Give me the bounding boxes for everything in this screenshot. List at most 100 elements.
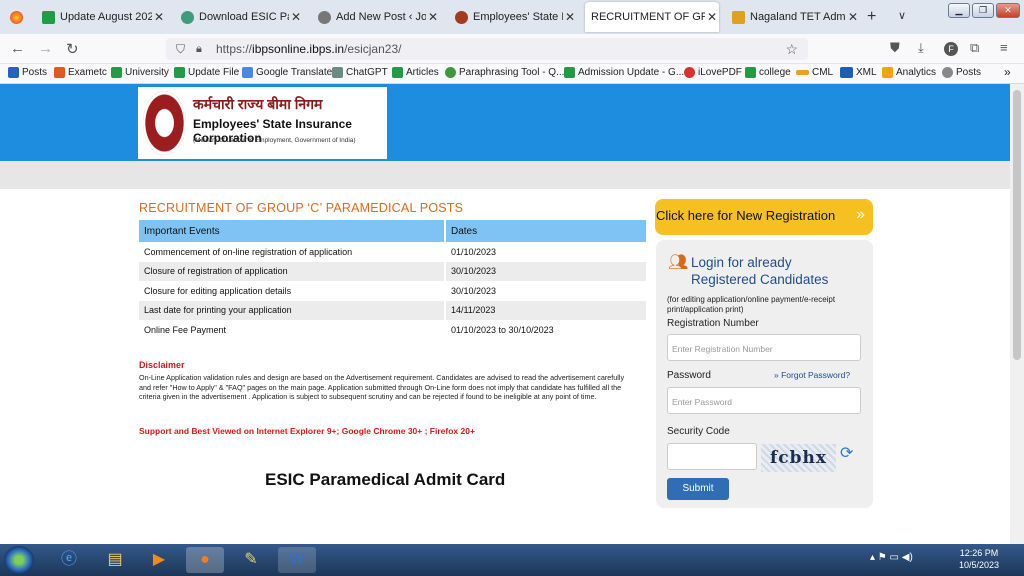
system-tray[interactable]: ▴ ⚑ ▭ ◀) (870, 552, 913, 563)
security-code-label: Security Code (667, 426, 730, 437)
close-icon[interactable]: ✕ (289, 10, 303, 24)
url-bar[interactable]: ⛉ 🔒︎ https://ibpsonline.ibps.in/esicjan2… (166, 38, 808, 60)
bookmark-google-translate[interactable]: Google Translate (242, 67, 332, 78)
green-cross-icon (564, 67, 575, 78)
tab-employees-state[interactable]: Employees' State Insura✕ (449, 4, 577, 30)
close-icon[interactable]: ✕ (152, 10, 166, 24)
lock-icon[interactable]: 🔒︎ (196, 38, 202, 60)
tab-nagaland-tet[interactable]: Nagaland TET Admit Ca✕ (726, 4, 860, 30)
event-cell: Online Fee Payment (139, 320, 446, 340)
password-input[interactable]: Enter Password (667, 387, 861, 414)
close-icon[interactable]: ✕ (705, 10, 719, 24)
close-window-button[interactable]: ✕ (996, 3, 1020, 18)
forgot-password-link[interactable]: » Forgot Password? (774, 370, 850, 380)
esic-seal-icon (143, 91, 186, 155)
ministry-caption: (Ministry of Labour & Employment, Govern… (193, 137, 356, 144)
heart-icon (684, 67, 695, 78)
column-header: Important Events (139, 220, 446, 242)
quillbot-icon (445, 67, 456, 78)
green-cross-icon (42, 10, 55, 24)
scrollbar[interactable] (1010, 84, 1024, 544)
exametc-icon (54, 67, 65, 78)
bookmark-exametc[interactable]: Exametc (54, 67, 107, 78)
list-tabs-icon[interactable]: ∨ (898, 9, 906, 22)
login-subtitle: (for editing application/online payment/… (667, 295, 836, 314)
nav-strip (0, 161, 1024, 189)
firefox-taskbar-icon[interactable]: ● (186, 547, 224, 573)
disclaimer-text: On-Line Application validation rules and… (139, 373, 625, 401)
new-tab-button[interactable]: + (867, 8, 876, 26)
more-bookmarks-icon[interactable]: » (1004, 65, 1011, 79)
search-icon (942, 67, 953, 78)
esic-logo[interactable]: कर्मचारी राज्य बीमा निगम Employees' Stat… (138, 87, 387, 159)
tab-add-new-post[interactable]: Add New Post ‹ JobSan✕ (312, 4, 440, 30)
table-row: Closure for editing application details 3… (139, 281, 648, 301)
registration-number-input[interactable]: Enter Registration Number (667, 334, 861, 361)
tab-recruitment[interactable]: RECRUITMENT OF GROUP '✕ (585, 2, 719, 32)
forward-icon[interactable]: → (38, 40, 53, 57)
minimize-button[interactable]: ▁ (948, 3, 970, 18)
table-row: Commencement of on-line registration of … (139, 242, 648, 262)
download-icon[interactable]: ⤓ (918, 40, 924, 56)
bookmark-update-file[interactable]: Update File (174, 67, 239, 78)
navigation-bar: ← → ↻ ⛉ 🔒︎ https://ibpsonline.ibps.in/es… (0, 34, 1024, 64)
date-cell: 01/10/2023 to 30/10/2023 (445, 320, 648, 340)
maximize-button[interactable]: ❐ (972, 3, 994, 18)
bookmark-analytics[interactable]: Analytics (882, 67, 936, 78)
refresh-captcha-icon[interactable]: ⟳ (840, 443, 853, 463)
account-avatar[interactable]: F (944, 42, 958, 56)
login-title: Login for already Registered Candidates (691, 255, 829, 287)
clock[interactable]: 12:26 PM 10/5/2023 (955, 547, 1003, 571)
bookmark-chatgpt[interactable]: ChatGPT (332, 67, 388, 78)
tab-bar: Update August 2022 - G✕ Download ESIC Pa… (0, 0, 1024, 34)
close-icon[interactable]: ✕ (563, 10, 577, 24)
bookmark-cml[interactable]: CML (796, 67, 833, 78)
file-explorer-icon[interactable]: ▤ (96, 547, 134, 573)
analytics-icon (882, 67, 893, 78)
tab-update-august[interactable]: Update August 2022 - G✕ (36, 4, 166, 30)
translate-icon (242, 67, 253, 78)
bookmark-posts[interactable]: Posts (8, 67, 47, 78)
bookmark-ilovepdf[interactable]: iLovePDF (684, 67, 742, 78)
green-cross-icon (392, 67, 403, 78)
start-button[interactable] (4, 546, 34, 574)
hindi-org-name: कर्मचारी राज्य बीमा निगम (193, 96, 323, 112)
password-label: Password (667, 370, 711, 381)
bookmark-paraphrasing[interactable]: Paraphrasing Tool - Q... (445, 67, 564, 78)
menu-icon[interactable]: ≡ (1000, 40, 1008, 55)
esic-icon (455, 10, 468, 24)
firefox-menu-icon[interactable] (4, 4, 30, 30)
table-row: Online Fee Payment 01/10/2023 to 30/10/20… (139, 320, 648, 340)
bookmark-posts-2[interactable]: Posts (942, 67, 981, 78)
scrollbar-thumb[interactable] (1013, 90, 1021, 360)
date-cell: 01/10/2023 (445, 242, 648, 262)
date-cell: 30/10/2023 (445, 281, 648, 301)
tab-download-esic[interactable]: Download ESIC Parame✕ (175, 4, 303, 30)
reload-icon[interactable]: ↻ (66, 40, 79, 58)
media-player-icon[interactable]: ▶ (140, 547, 178, 573)
wordpress-icon (318, 10, 331, 24)
event-cell: Commencement of on-line registration of … (139, 242, 446, 262)
bookmark-university[interactable]: University (111, 67, 169, 78)
bookmark-admission[interactable]: Admission Update - G... (564, 67, 684, 78)
bookmark-articles[interactable]: Articles (392, 67, 439, 78)
chatgpt-icon (332, 67, 343, 78)
submit-button[interactable]: Submit (667, 478, 729, 500)
bookmark-star-icon[interactable]: ☆ (785, 38, 798, 60)
paint-icon[interactable]: ✎ (232, 547, 270, 573)
new-registration-button[interactable]: Click here for New Registration » (655, 199, 873, 235)
pocket-icon[interactable]: ⛊ (890, 40, 900, 56)
shield-icon[interactable]: ⛉ (176, 38, 185, 60)
bookmark-college[interactable]: college (745, 67, 791, 78)
back-icon[interactable]: ← (10, 40, 25, 57)
disclaimer-heading: Disclaimer (139, 360, 185, 370)
bookmark-xml[interactable]: XML (840, 67, 877, 78)
internet-explorer-icon[interactable]: ⓔ (50, 547, 88, 573)
se-icon (840, 67, 853, 78)
word-icon[interactable]: W (278, 547, 316, 573)
close-icon[interactable]: ✕ (426, 10, 440, 24)
security-code-input[interactable] (667, 443, 757, 470)
extensions-icon[interactable]: ⧉ (970, 40, 979, 56)
table-row: Last date for printing your application 1… (139, 300, 648, 320)
close-icon[interactable]: ✕ (846, 10, 860, 24)
